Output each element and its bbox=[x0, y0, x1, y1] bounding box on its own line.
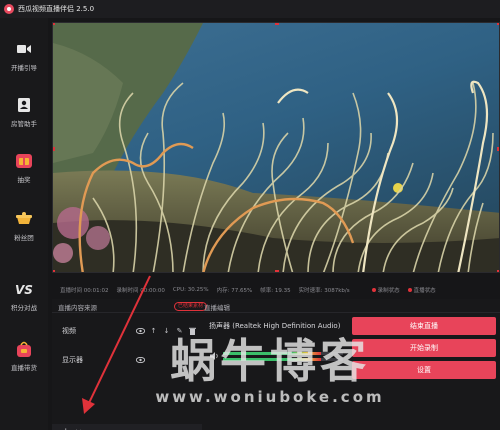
watermark-text: 蜗牛博客 bbox=[170, 334, 370, 388]
sidebar-item-points-battle[interactable]: VS 积分对战 bbox=[0, 280, 48, 330]
sidebar-item-start-guide[interactable]: 开播引导 bbox=[0, 40, 48, 90]
lottery-gift-icon bbox=[15, 152, 33, 170]
svg-text:VS: VS bbox=[15, 283, 33, 296]
versus-icon: VS bbox=[15, 280, 33, 298]
sidebar-item-fan-club[interactable]: 粉丝团 bbox=[0, 210, 48, 260]
sidebar-item-label: 粉丝团 bbox=[14, 234, 34, 242]
live-status-label: 直播状态 bbox=[413, 287, 436, 294]
underwater-preview-image bbox=[53, 23, 499, 272]
sidebar-item-label: 积分对战 bbox=[11, 304, 37, 312]
resize-handle-top-left[interactable] bbox=[53, 23, 55, 25]
tab-live-edit[interactable]: 直播编辑 bbox=[204, 302, 230, 312]
record-status-dot-icon bbox=[371, 288, 376, 292]
sidebar-item-live-commerce[interactable]: 直播带货 bbox=[0, 340, 48, 390]
live-status-dot-icon bbox=[407, 288, 412, 292]
record-time: 录制时间 00:00:00 bbox=[116, 287, 165, 294]
source-name: 视频 bbox=[62, 327, 76, 335]
bitrate: 实时速率: 3087kb/s bbox=[298, 287, 350, 294]
live-companion-window: 西瓜视频直播伴侣 2.5.0 开播引导 房管助手 抽奖 粉丝团 VS 积分对战 … bbox=[0, 0, 500, 430]
audio-device-name: 扬声器 (Realtek High Definition Audio) bbox=[209, 322, 341, 330]
sidebar-item-label: 抽奖 bbox=[17, 176, 31, 184]
source-name: 显示器 bbox=[62, 356, 83, 364]
end-live-button[interactable]: 结束直播 bbox=[352, 317, 496, 335]
sidebar-item-lottery[interactable]: 抽奖 bbox=[0, 152, 48, 202]
watermark-url: www.woniuboke.com bbox=[155, 388, 385, 406]
watermark: 蜗牛博客 www.woniuboke.com bbox=[140, 335, 400, 413]
sidebar-item-room-assistant[interactable]: 房管助手 bbox=[0, 96, 48, 146]
shopping-bag-icon bbox=[15, 340, 33, 358]
sidebar-item-label: 开播引导 bbox=[11, 64, 37, 72]
memory-usage: 内存: 77.65% bbox=[216, 287, 253, 294]
status-bar: 直播时间 00:01:02 录制时间 00:00:00 CPU: 30.25% … bbox=[52, 283, 500, 296]
cpu-usage: CPU: 30.25% bbox=[172, 286, 209, 293]
add-source-button[interactable]: + 来源 bbox=[52, 424, 202, 430]
live-preview-canvas[interactable] bbox=[52, 22, 500, 273]
sidebar-item-label: 房管助手 bbox=[11, 120, 37, 128]
status-badge: 已结束素材 bbox=[174, 302, 208, 311]
sidebar-item-label: 直播带货 bbox=[11, 364, 37, 372]
live-time: 直播时间 00:01:02 bbox=[60, 287, 109, 294]
resize-handle-middle-left[interactable] bbox=[53, 147, 55, 151]
tab-content-source[interactable]: 直播内容来源 bbox=[58, 302, 97, 312]
app-logo-icon bbox=[4, 4, 14, 14]
frame-rate: 帧率: 19.35 bbox=[260, 287, 291, 294]
fan-club-icon bbox=[15, 210, 33, 228]
record-status: 录制状态 bbox=[371, 286, 400, 294]
sidebar: 开播引导 房管助手 抽奖 粉丝团 VS 积分对战 直播带货 bbox=[0, 18, 48, 430]
video-camera-icon bbox=[15, 40, 33, 58]
resize-handle-top-center[interactable] bbox=[275, 23, 279, 25]
bottom-tab-row: 直播内容来源 已结束素材 直播编辑 bbox=[52, 299, 500, 313]
app-title: 西瓜视频直播伴侣 2.5.0 bbox=[18, 5, 95, 13]
record-status-label: 录制状态 bbox=[377, 287, 400, 294]
user-badge-icon bbox=[15, 96, 33, 114]
live-status: 直播状态 bbox=[407, 286, 436, 294]
title-bar: 西瓜视频直播伴侣 2.5.0 bbox=[0, 0, 500, 18]
